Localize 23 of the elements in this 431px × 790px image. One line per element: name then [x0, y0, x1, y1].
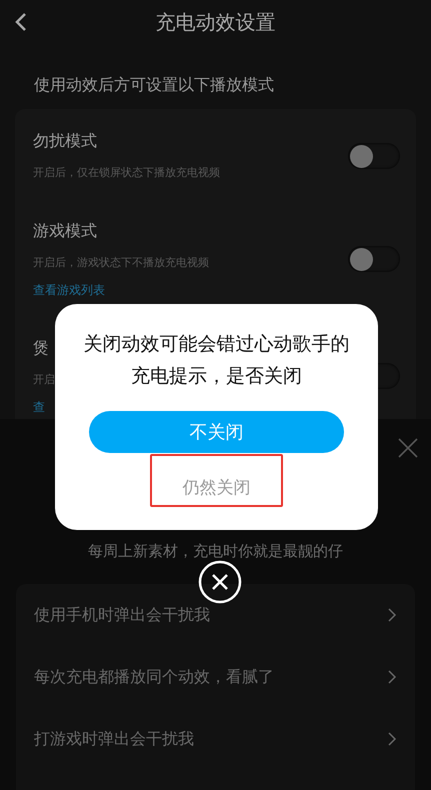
toggle-switch[interactable]	[348, 246, 400, 272]
reason-item[interactable]: 打游戏时弹出会干扰我	[34, 728, 194, 750]
close-anyway-button[interactable]: 仍然关闭	[182, 476, 250, 499]
mode-description: 开启后，游戏状态下不播放充电视频	[33, 255, 209, 271]
keep-button[interactable]: 不关闭	[89, 411, 344, 453]
mode-title: 游戏模式	[33, 220, 97, 242]
back-icon[interactable]	[13, 11, 29, 33]
chevron-icon	[388, 670, 397, 684]
reason-item[interactable]: 使用手机时弹出会干扰我	[34, 604, 210, 626]
mode-description: 开启	[33, 372, 55, 388]
dialog-message: 关闭动效可能会错过心动歌手的充电提示，是否关闭	[82, 332, 350, 389]
game-list-link[interactable]: 查看游戏列表	[33, 283, 105, 298]
reason-item[interactable]: 每次充电都播放同个动效，看腻了	[34, 666, 274, 688]
game-list-link[interactable]: 查	[33, 400, 45, 415]
chevron-icon	[388, 732, 397, 746]
toggle-switch[interactable]	[348, 142, 400, 168]
section-hint: 使用动效后方可设置以下播放模式	[34, 75, 275, 96]
mode-description: 开启后，仅在锁屏状态下播放充电视频	[33, 165, 220, 181]
mode-title: 煲	[33, 337, 49, 359]
page-title: 充电动效设置	[156, 9, 276, 36]
mode-title: 勿扰模式	[33, 130, 97, 152]
sheet-subtitle: 每周上新素材，充电时你就是最靓的仔	[87, 542, 344, 561]
chevron-icon	[388, 608, 397, 622]
